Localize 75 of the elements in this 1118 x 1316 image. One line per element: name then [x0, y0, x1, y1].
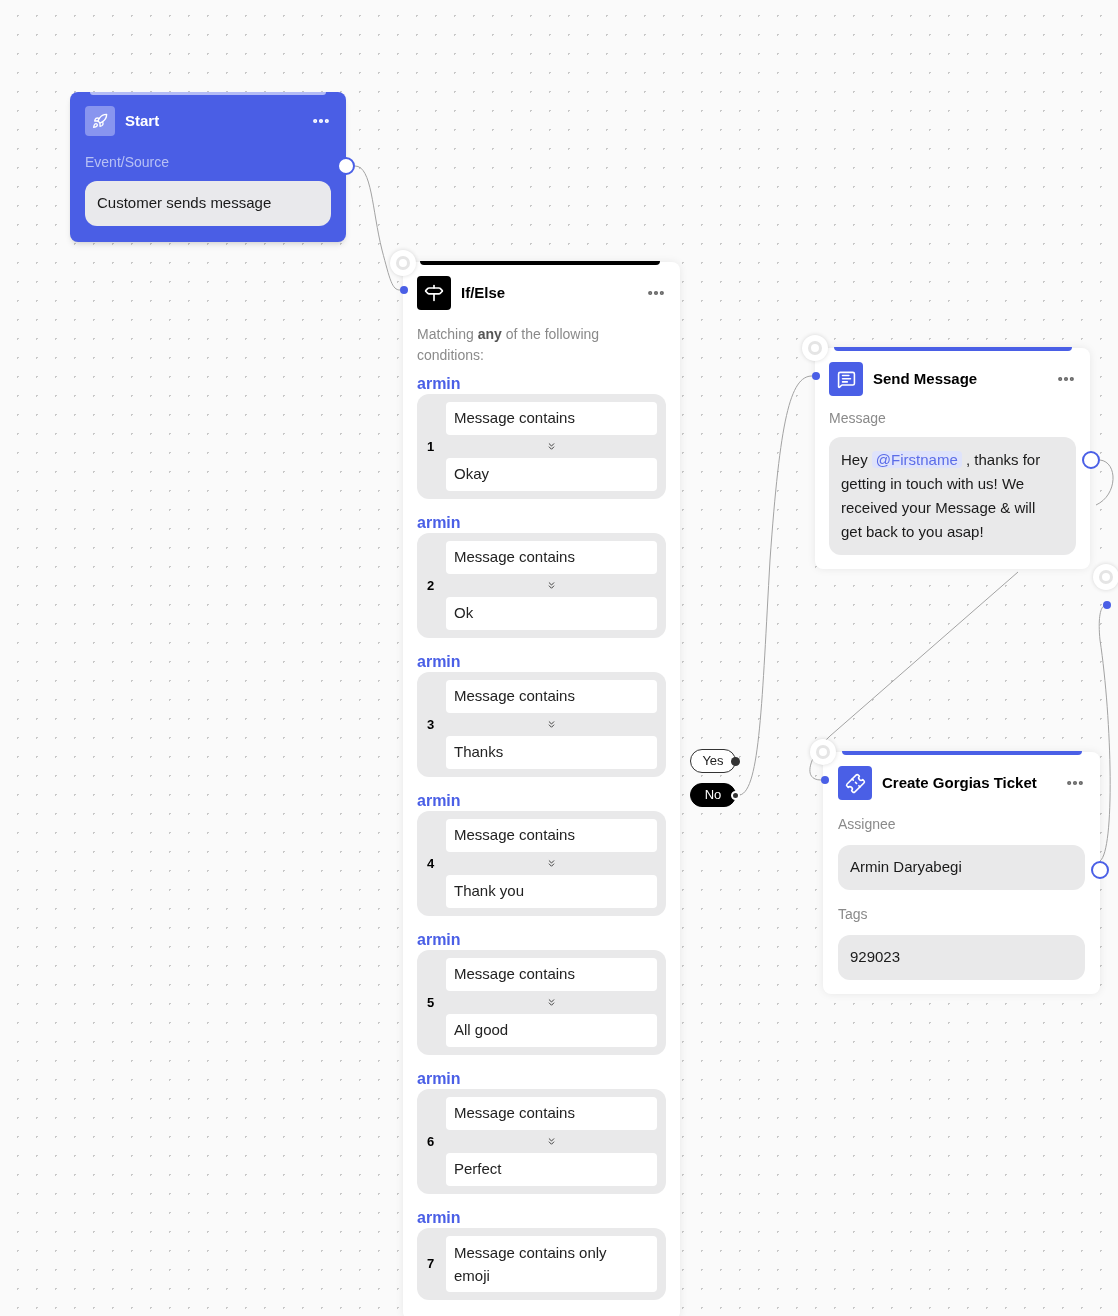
input-port[interactable] — [1093, 564, 1118, 590]
operator-field[interactable]: Message contains — [446, 541, 657, 574]
condition-number: 2 — [427, 576, 436, 595]
rocket-icon — [85, 106, 115, 136]
send-message-node[interactable]: Send Message Message Hey @Firstname , thanks for getting in touch with us! We received your Message & will get back to you asap! — [815, 348, 1090, 569]
ticket-field[interactable]: 929023 — [838, 935, 1085, 980]
operator-field[interactable]: Message contains — [446, 680, 657, 713]
create-ticket-node[interactable]: Create Gorgias Ticket Assignee Armin Daryabegi Tags 929023 — [823, 752, 1100, 994]
condition-card[interactable]: 4 Message contains Thank you — [417, 811, 666, 916]
condition-card[interactable]: 1 Message contains Okay — [417, 394, 666, 499]
chevrons-down-icon — [546, 441, 557, 452]
ticket-field[interactable]: Armin Daryabegi — [838, 845, 1085, 890]
operator-field[interactable]: Message contains — [446, 1097, 657, 1130]
condition-group-label: armin — [417, 1069, 462, 1087]
condition-card[interactable]: 5 Message contains All good — [417, 950, 666, 1055]
field-label: Message — [829, 409, 887, 428]
operator-field[interactable]: Message contains — [446, 819, 657, 852]
signpost-icon — [417, 276, 451, 310]
value-field[interactable]: Perfect — [446, 1153, 657, 1186]
output-port[interactable] — [1091, 861, 1109, 879]
branch-port[interactable] — [731, 756, 740, 766]
value-field[interactable]: All good — [446, 1014, 657, 1047]
output-port[interactable] — [1082, 451, 1100, 469]
chevrons-down-icon — [546, 580, 557, 591]
condition-card[interactable]: 7 Message contains only emoji — [417, 1228, 666, 1300]
connector-line — [1095, 459, 1114, 506]
node-title: Send Message — [873, 368, 979, 389]
message-text: Hey @Firstname , thanks for getting in touch with us! We received your Message & will get back to you asap! — [841, 450, 1042, 542]
branch-port[interactable] — [731, 790, 740, 800]
condition-number: 5 — [427, 993, 436, 1012]
input-port[interactable] — [802, 335, 828, 361]
value-field[interactable]: Okay — [446, 458, 657, 491]
value-field[interactable]: Thanks — [446, 736, 657, 769]
branch-pill[interactable]: No — [690, 783, 736, 807]
chevrons-down-icon — [546, 858, 557, 869]
output-port[interactable] — [337, 157, 355, 175]
condition-group-label: armin — [417, 374, 462, 392]
condition-number: 3 — [427, 715, 436, 734]
if-else-node[interactable] — [403, 262, 680, 1316]
field-label: Event/Source — [85, 153, 171, 172]
condition-group-label: armin — [417, 930, 462, 948]
condition-number: 1 — [427, 437, 436, 456]
match-description: Matching any of the following conditions: — [417, 325, 601, 365]
condition-number: 7 — [427, 1255, 436, 1274]
input-port[interactable] — [390, 250, 416, 276]
message-icon — [829, 362, 863, 396]
branch-pill[interactable]: Yes — [690, 749, 736, 773]
input-port[interactable] — [810, 739, 836, 765]
event-field[interactable]: Customer sends message — [85, 181, 331, 226]
ticket-icon — [838, 766, 872, 800]
start-node[interactable]: Start Event/Source Customer sends message — [70, 92, 346, 242]
node-title: Create Gorgias Ticket — [882, 772, 1038, 793]
chevrons-down-icon — [546, 997, 557, 1008]
operator-field[interactable]: Message contains — [446, 402, 657, 435]
value-field[interactable]: Thank you — [446, 875, 657, 908]
condition-group-label: armin — [417, 513, 462, 531]
condition-number: 6 — [427, 1132, 436, 1151]
operator-field[interactable]: Message contains — [446, 958, 657, 991]
chevrons-down-icon — [546, 719, 557, 730]
operator-field[interactable]: Message contains only emoji — [446, 1236, 657, 1292]
field-label: Tags — [838, 905, 869, 924]
condition-card[interactable]: 3 Message contains Thanks — [417, 672, 666, 777]
condition-card[interactable]: 6 Message contains Perfect — [417, 1089, 666, 1194]
node-title: Start — [125, 110, 161, 131]
node-title: If/Else — [461, 282, 507, 303]
chevrons-down-icon — [546, 1136, 557, 1147]
value-field[interactable]: Ok — [446, 597, 657, 630]
condition-group-label: armin — [417, 791, 462, 809]
condition-group-label: armin — [417, 1208, 462, 1226]
condition-card[interactable]: 2 Message contains Ok — [417, 533, 666, 638]
field-label: Assignee — [838, 815, 897, 834]
mention-tag[interactable]: @Firstname — [871, 451, 962, 468]
condition-number: 4 — [427, 854, 436, 873]
condition-group-label: armin — [417, 652, 462, 670]
message-field[interactable]: Hey @Firstname , thanks for getting in touch with us! We received your Message & will get back to you asap! — [829, 437, 1076, 555]
